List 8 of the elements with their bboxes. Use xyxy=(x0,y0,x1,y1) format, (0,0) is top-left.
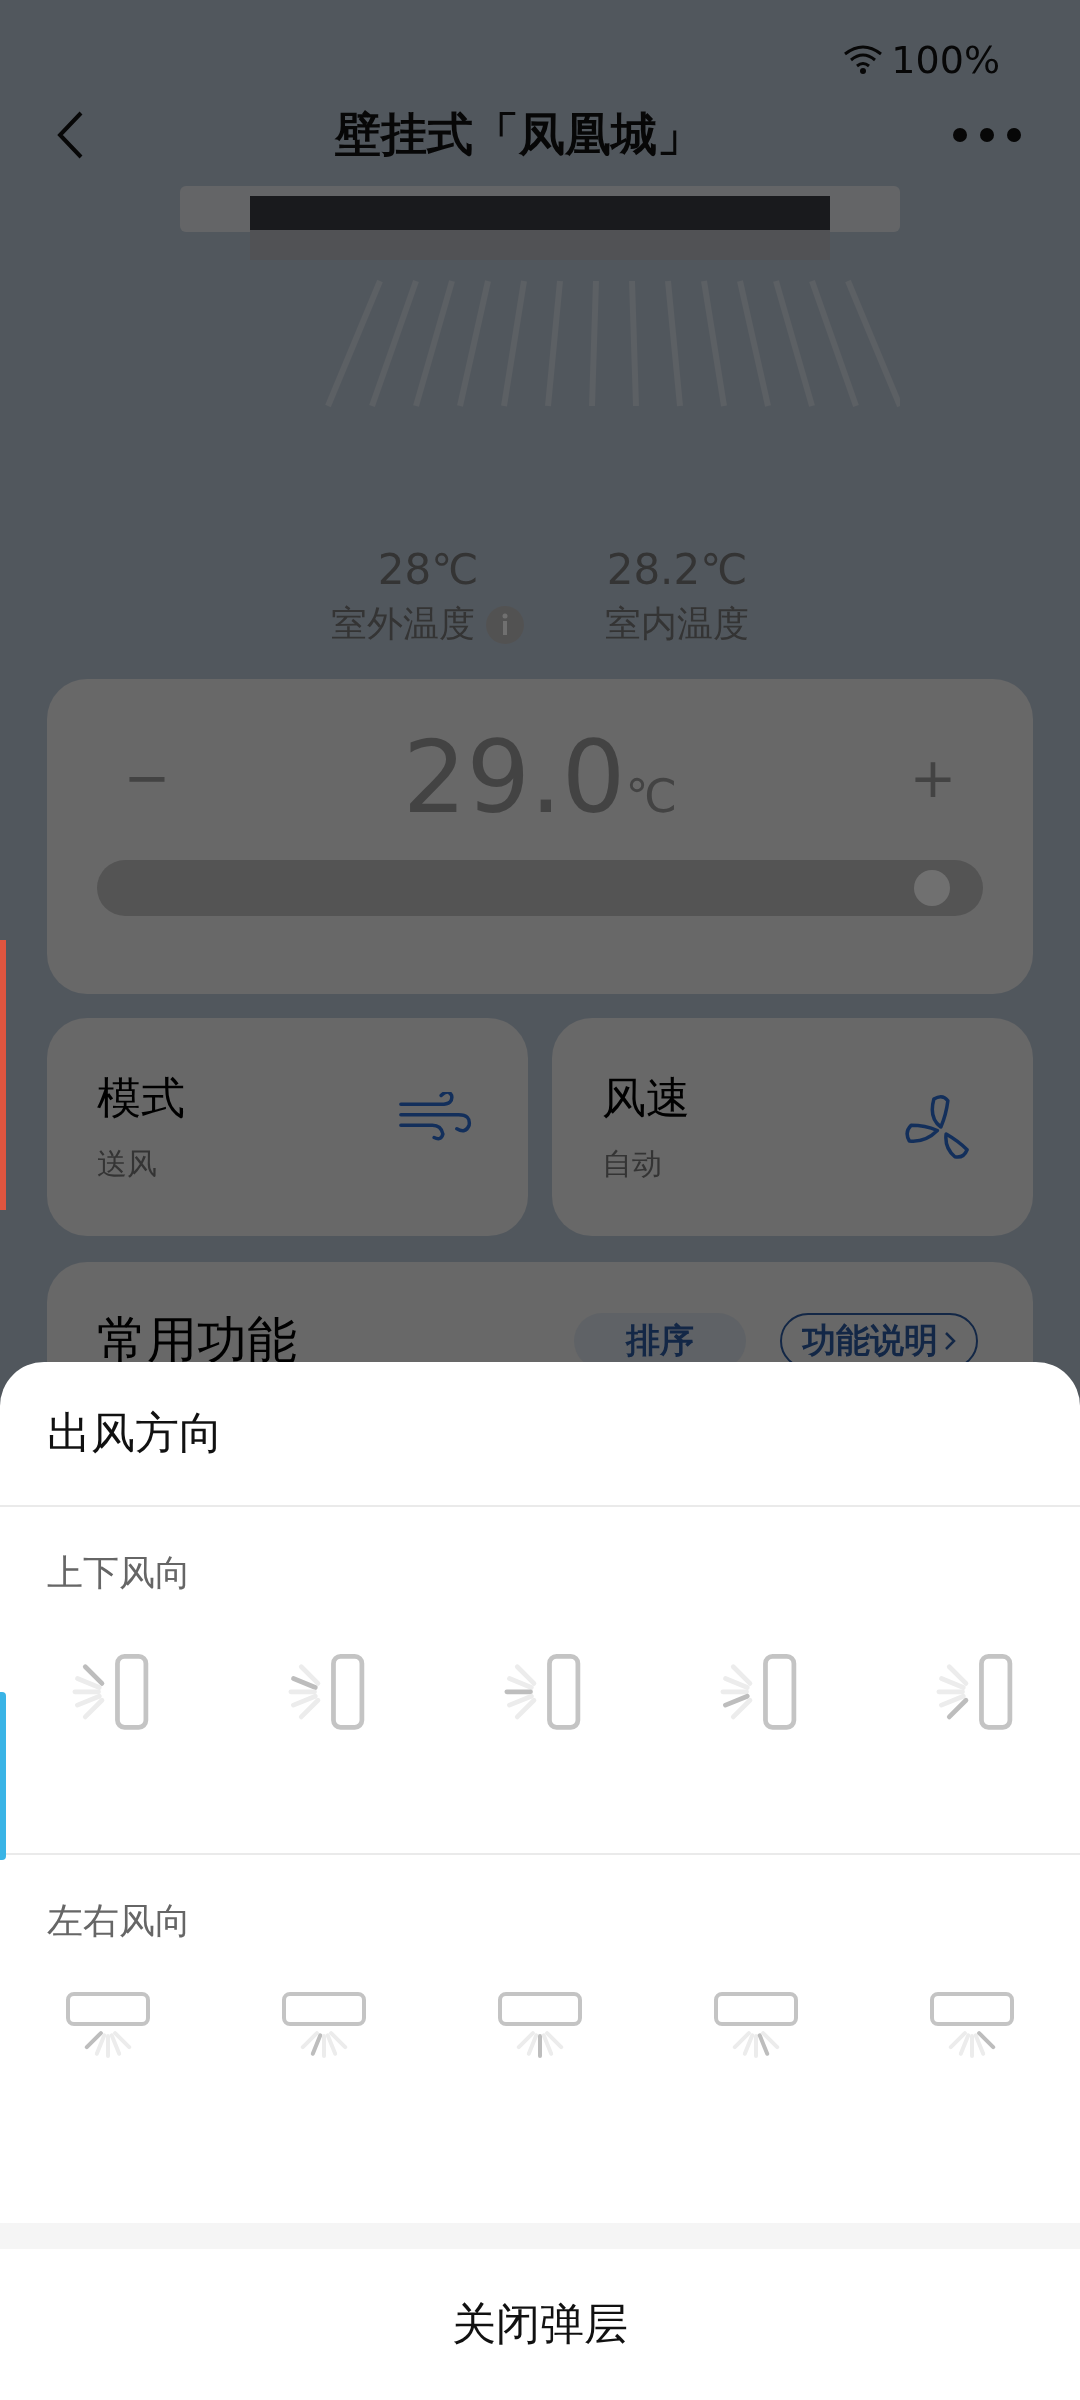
unit-label: ℃ xyxy=(625,769,678,823)
page-title: 壁挂式「凤凰城」 xyxy=(334,106,703,163)
control-title: 风速 xyxy=(602,1071,690,1125)
group-title: 上下风向 xyxy=(46,1551,192,1595)
battery-level: 100% xyxy=(891,38,1000,82)
control-title: 模式 xyxy=(97,1071,185,1125)
sheet-title: 出风方向 xyxy=(0,1362,1080,1507)
group-title: 左右风向 xyxy=(46,1899,192,1943)
